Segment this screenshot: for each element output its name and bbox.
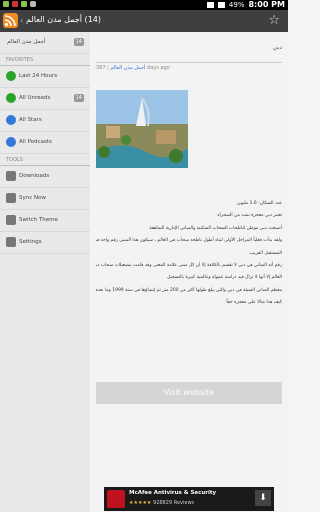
article-body: عدد السكان: 1.6 مليون تعتبر دبي معجزة نب…	[96, 198, 282, 310]
sidebar-item-all-podcasts[interactable]: All Podcasts	[0, 132, 90, 154]
rating-stars: ★★★★★	[129, 500, 152, 506]
sidebar-item-label: Last 24 Hours	[19, 73, 58, 79]
chevron-left-icon: ‹	[20, 16, 24, 25]
article-paragraph: كيف هذا مثالا على معجزة حقاً	[226, 300, 282, 306]
app-bar: ‹ (14) أجمل مدن العالم ☆	[0, 10, 288, 32]
sidebar-item-all-unreads[interactable]: All Unreads 14	[0, 88, 90, 110]
sidebar-item-label: All Stars	[19, 117, 42, 123]
status-bar: 49% 8:00 PM	[0, 0, 288, 10]
sidebar-item-label: Settings	[19, 239, 42, 245]
article-view: دبي 387 | أجمل مدن العالم days ago عدد ا…	[90, 32, 288, 512]
sidebar: أجمل مدن العالم 14 FAVORITES Last 24 Hou…	[0, 32, 91, 512]
article-paragraph: رقم أنه المباني في دبي لا تقسم بالكثافة …	[96, 262, 282, 268]
notification-icon	[30, 1, 36, 7]
article-paragraph: العالم إلا أنها لا تزال قيد دراسة عمولة …	[166, 275, 282, 281]
notification-icon	[3, 1, 9, 7]
app-title: (14) أجمل مدن العالم	[26, 15, 101, 24]
sync-icon	[6, 193, 16, 203]
sidebar-item-all-stars[interactable]: All Stars	[0, 110, 90, 132]
sidebar-item-sync-now[interactable]: Sync Now	[0, 188, 90, 210]
section-header-tools: TOOLS	[0, 154, 90, 166]
sidebar-item-label: Sync Now	[19, 195, 46, 201]
clock-icon	[6, 71, 16, 81]
podcast-icon	[6, 137, 16, 147]
article-paragraph: ولقد بدأت فعلياً المراحل الأولى لبناء أط…	[96, 238, 282, 244]
battery-level: 49%	[228, 0, 245, 9]
clock: 8:00 PM	[248, 0, 285, 9]
article-count: 387	[96, 65, 106, 71]
article-paragraph: عدد السكان: 1.6 مليون	[237, 201, 282, 206]
notification-icons	[3, 1, 36, 7]
review-count: 928829 Reviews	[153, 500, 195, 506]
sidebar-item-last-24-hours[interactable]: Last 24 Hours	[0, 66, 90, 88]
article-paragraph: أصبحت دبي موطن لناطحات السحاب السكنية وا…	[149, 225, 282, 231]
article-meta: 387 | أجمل مدن العالم days ago	[96, 62, 282, 74]
notification-icon	[12, 1, 18, 7]
signal-icon	[217, 1, 225, 8]
section-header-favorites: FAVORITES	[0, 54, 90, 66]
ad-title: McAfee Antivirus & Security	[129, 490, 217, 496]
sidebar-item-downloads[interactable]: Downloads	[0, 166, 90, 188]
article-title: دبي	[272, 44, 282, 51]
ad-banner[interactable]: McAfee Antivirus & Security ★★★★★ 928829…	[104, 487, 274, 511]
article-source-link[interactable]: أجمل مدن العالم	[110, 65, 145, 71]
article-image	[96, 90, 188, 168]
mcafee-logo-icon	[107, 490, 125, 508]
ad-rating: ★★★★★ 928829 Reviews	[129, 500, 194, 506]
sidebar-item-label: All Unreads	[19, 95, 51, 101]
theme-icon	[6, 215, 16, 225]
unread-count-badge: 14	[73, 38, 84, 46]
article-paragraph: معظم المباني السيئة في دبي والتي يبلغ طو…	[96, 287, 282, 293]
visit-website-button[interactable]: Visit website	[96, 382, 282, 404]
sidebar-item-label: أجمل مدن العالم	[7, 39, 46, 45]
notification-icon	[21, 1, 27, 7]
star-icon[interactable]: ☆	[268, 13, 280, 28]
rss-icon[interactable]	[3, 13, 18, 28]
sidebar-item-feed[interactable]: أجمل مدن العالم 14	[0, 32, 90, 54]
article-paragraph: تعتبر دبي معجزة نبتت من الصحراء	[217, 213, 282, 219]
sidebar-item-settings[interactable]: Settings	[0, 232, 90, 254]
unread-count-badge: 14	[73, 94, 84, 102]
sidebar-item-label: All Podcasts	[19, 139, 52, 145]
settings-icon	[6, 237, 16, 247]
article-time: days ago	[147, 65, 170, 71]
star-icon	[6, 115, 16, 125]
sidebar-item-label: Switch Theme	[19, 217, 58, 223]
article-paragraph: المستقبل القريب.	[248, 250, 282, 256]
unread-icon	[6, 93, 16, 103]
download-icon[interactable]: ⬇	[255, 490, 271, 506]
sidebar-item-switch-theme[interactable]: Switch Theme	[0, 210, 90, 232]
download-icon	[6, 171, 16, 181]
sidebar-item-label: Downloads	[19, 173, 50, 179]
wifi-icon	[206, 1, 214, 8]
